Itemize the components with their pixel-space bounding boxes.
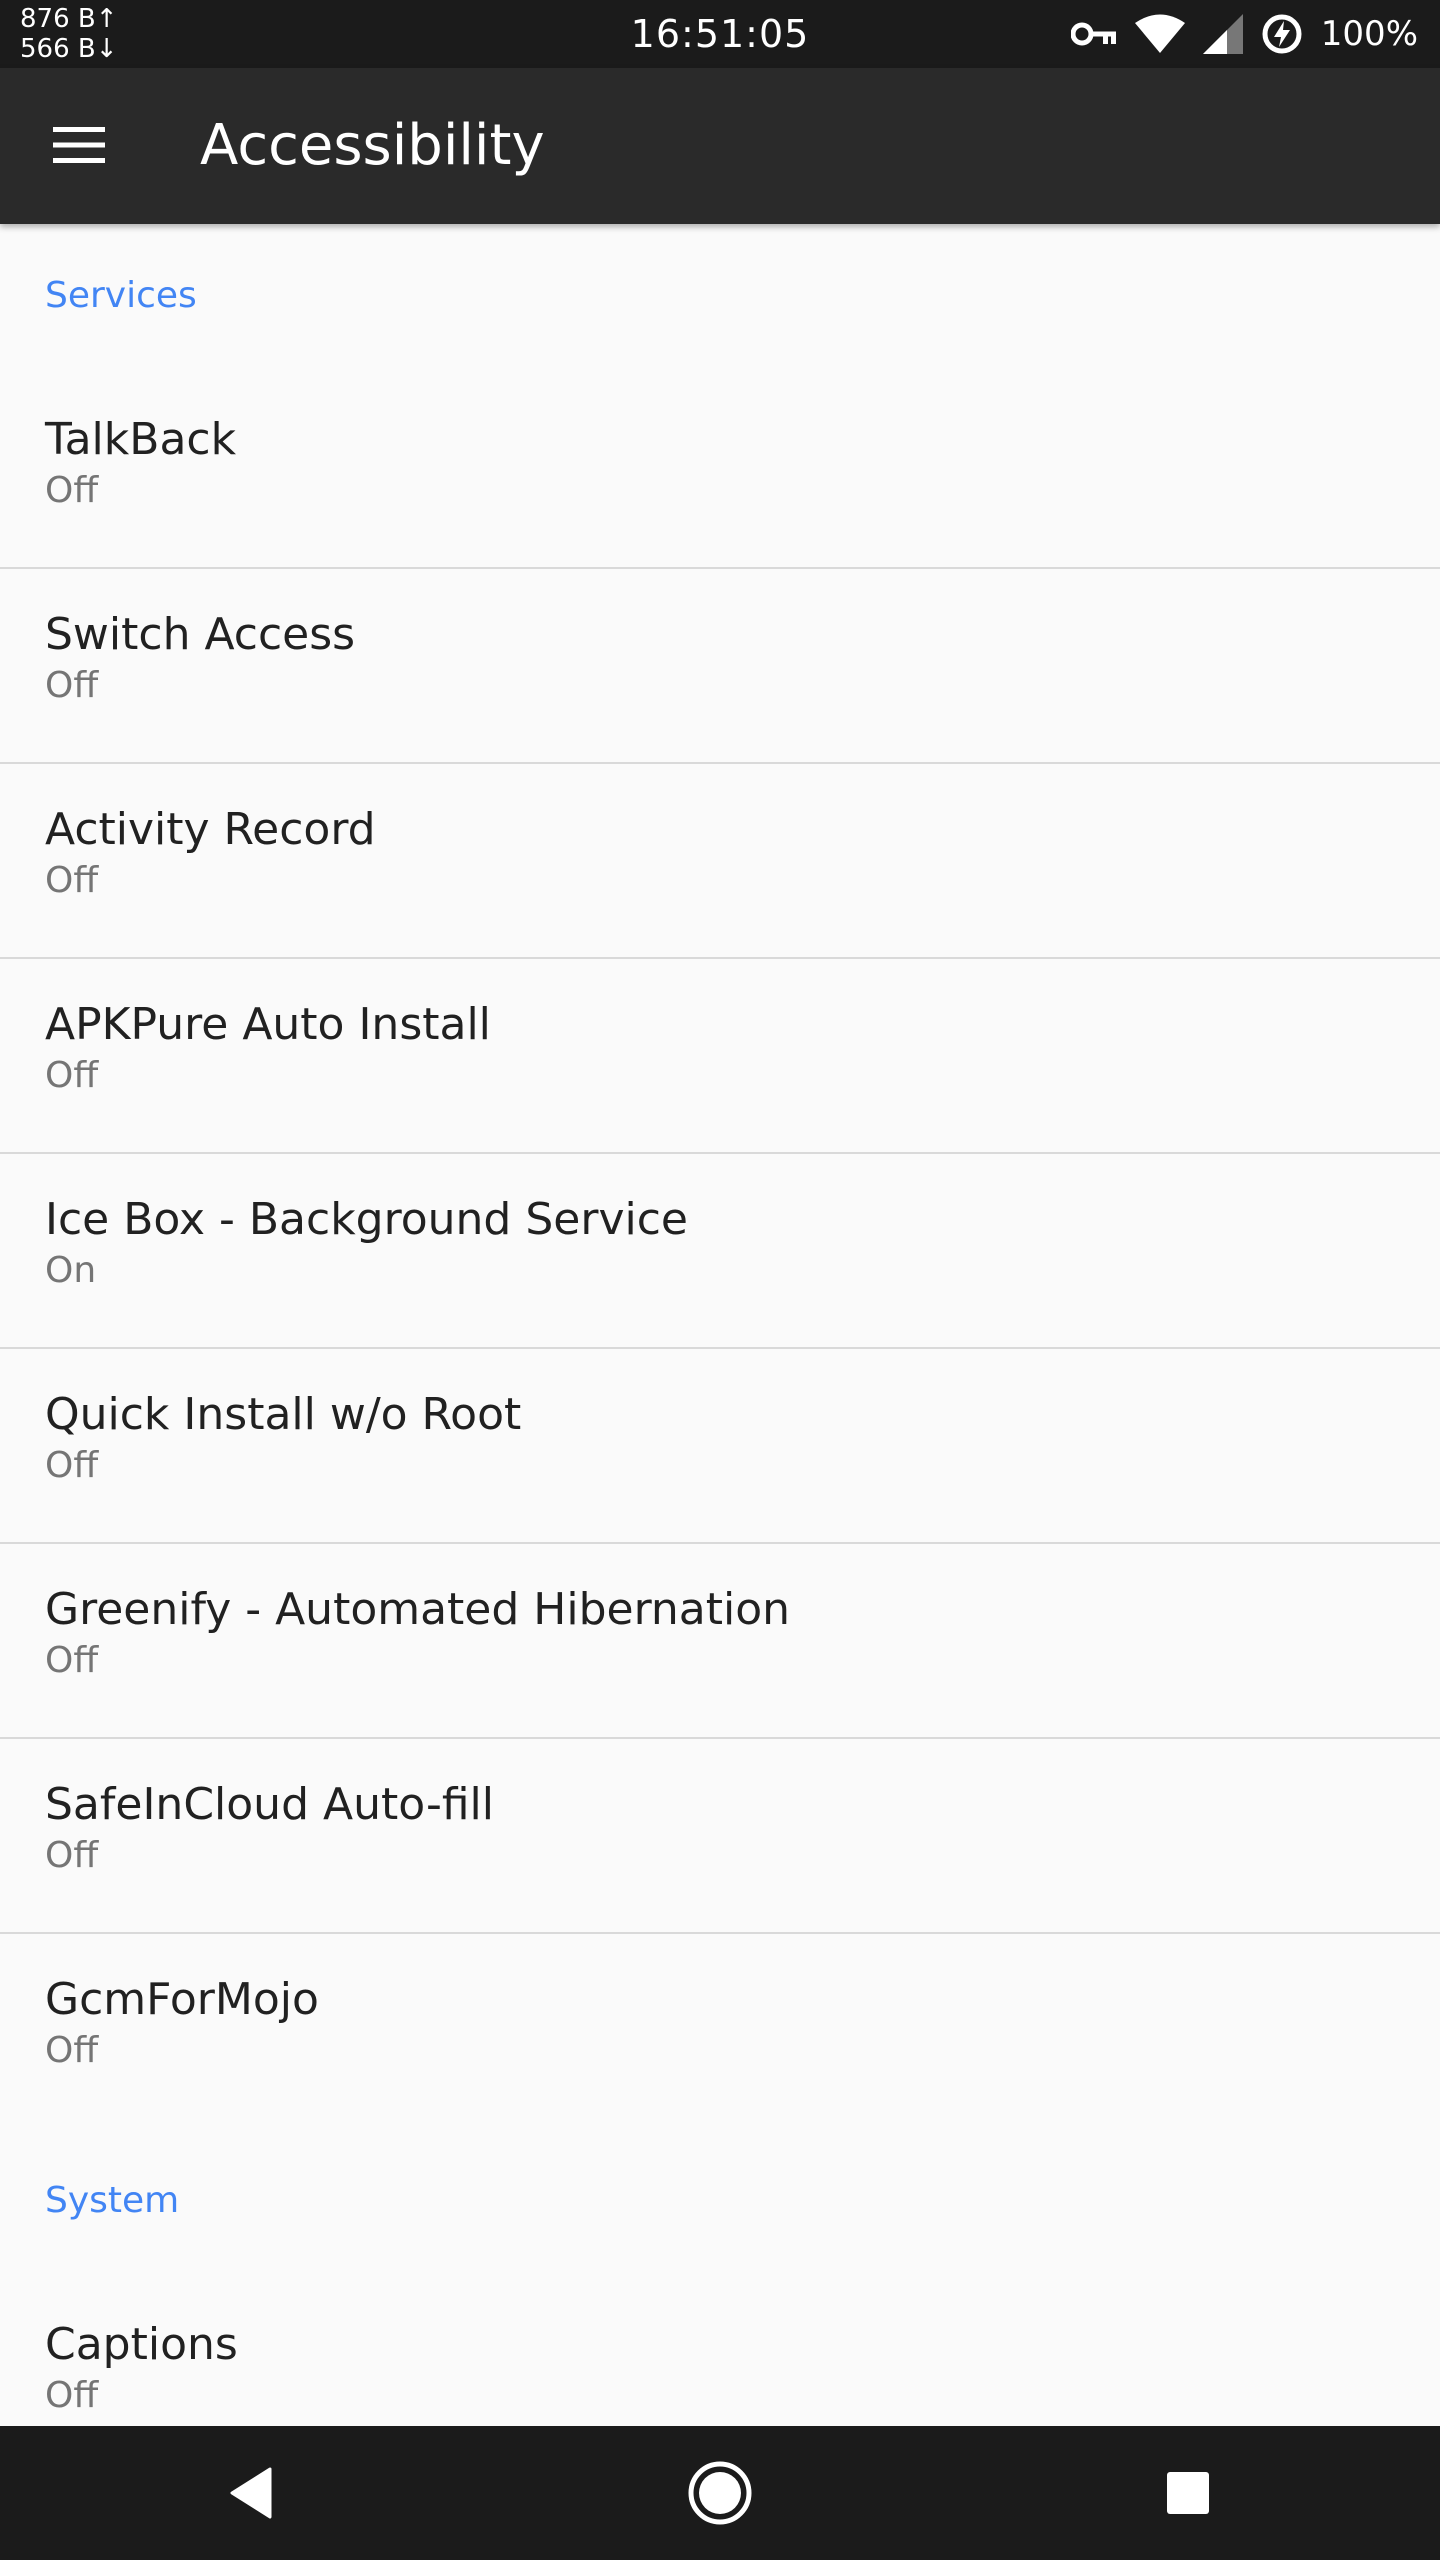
back-button[interactable] [210,2453,290,2533]
section-header-system: System [45,2180,180,2221]
item-title: GcmForMojo [45,1974,319,2025]
vpn-key-icon [1070,20,1117,48]
wifi-icon [1134,14,1185,54]
item-summary: Off [45,1055,99,1096]
item-title: Quick Install w/o Root [45,1389,522,1440]
item-title: SafeInCloud Auto-fill [45,1779,495,1830]
item-title: Ice Box - Background Service [45,1194,688,1245]
item-summary: Off [45,665,99,706]
navigation-bar [0,2426,1440,2560]
home-icon [688,2461,752,2525]
recents-icon [1167,2472,1209,2514]
item-title: APKPure Auto Install [45,999,491,1050]
section-header-services: Services [45,275,197,316]
item-summary: Off [45,1835,99,1876]
back-icon [230,2467,272,2519]
item-summary: Off [45,2375,99,2416]
status-icons: 100% [1070,10,1418,58]
home-button[interactable] [680,2453,760,2533]
status-bar: 876 B↑ 566 B↓ 16:51:05 100% [0,0,1440,68]
list-item-gcmformojo[interactable]: GcmForMojo Off [0,1934,1440,2129]
item-summary: On [45,1250,97,1291]
list-item-talkback[interactable]: TalkBack Off [0,374,1440,569]
hamburger-menu-icon [53,127,105,163]
item-summary: Off [45,2030,99,2071]
item-title: Captions [45,2319,238,2370]
list-item-ice-box[interactable]: Ice Box - Background Service On [0,1154,1440,1349]
list-item-safeincloud[interactable]: SafeInCloud Auto-fill Off [0,1739,1440,1934]
list-item-quick-install[interactable]: Quick Install w/o Root Off [0,1349,1440,1544]
navigation-menu-button[interactable] [48,114,110,176]
battery-charging-icon [1261,13,1303,55]
battery-percent: 100% [1320,14,1418,54]
item-summary: Off [45,1640,99,1681]
item-summary: Off [45,860,99,901]
list-item-switch-access[interactable]: Switch Access Off [0,569,1440,764]
app-bar: Accessibility [0,68,1440,224]
list-item-greenify[interactable]: Greenify - Automated Hibernation Off [0,1544,1440,1739]
cell-signal-icon [1202,14,1243,54]
item-summary: Off [45,1445,99,1486]
item-title: TalkBack [45,414,237,465]
list-item-apkpure-auto-install[interactable]: APKPure Auto Install Off [0,959,1440,1154]
recents-button[interactable] [1148,2453,1228,2533]
list-item-activity-record[interactable]: Activity Record Off [0,764,1440,959]
item-title: Switch Access [45,609,356,660]
page-title: Accessibility [200,113,545,178]
item-title: Greenify - Automated Hibernation [45,1584,791,1635]
settings-list[interactable]: Services TalkBack Off Switch Access Off … [0,224,1440,2474]
item-title: Activity Record [45,804,376,855]
item-summary: Off [45,470,99,511]
